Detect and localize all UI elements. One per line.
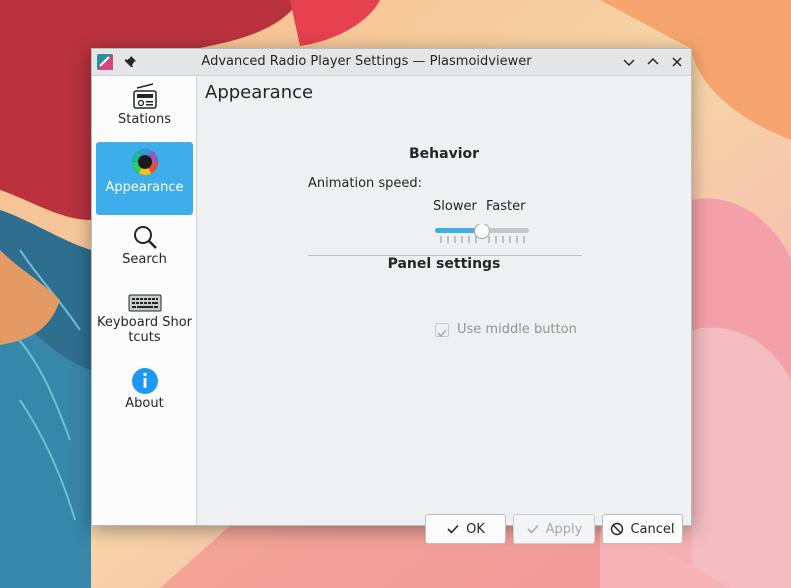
keyboard-icon (128, 294, 161, 312)
cancel-button-label: Cancel (630, 521, 675, 537)
page-title: Appearance (205, 82, 314, 103)
sidebar-item-label: Keyboard Shortcuts (96, 315, 193, 345)
panel-settings-heading: Panel settings (387, 256, 501, 272)
slider-slower-label: Slower (433, 199, 477, 214)
maximize-chevron-up-icon[interactable] (645, 54, 661, 70)
sidebar-item-label: Stations (118, 112, 171, 127)
close-icon[interactable] (669, 54, 685, 70)
sidebar-item-keyboard-shortcuts[interactable]: Keyboard Shortcuts (96, 291, 193, 353)
ok-button[interactable]: OK (425, 514, 506, 544)
info-icon (131, 368, 158, 394)
cancel-button[interactable]: Cancel (602, 514, 683, 544)
use-middle-button-label: Use middle button (457, 322, 577, 337)
cancel-icon (611, 522, 624, 536)
slider-faster-label: Faster (486, 199, 526, 214)
settings-window: Advanced Radio Player Settings — Plasmoi… (91, 48, 692, 544)
checkmark-icon (527, 524, 539, 534)
title-bar[interactable]: Advanced Radio Player Settings — Plasmoi… (92, 49, 691, 76)
sidebar-item-search[interactable]: Search (96, 222, 193, 276)
radio-icon (132, 83, 157, 109)
sidebar-item-label: About (125, 396, 164, 411)
plasmoidviewer-app-icon (97, 54, 113, 70)
window-title: Advanced Radio Player Settings — Plasmoi… (201, 54, 532, 69)
ok-button-label: OK (466, 521, 485, 537)
minimize-chevron-down-icon[interactable] (621, 54, 637, 70)
sidebar-item-label: Appearance (105, 180, 184, 195)
settings-content: Appearance Behavior Animation speed: Slo… (197, 76, 691, 544)
animation-speed-label: Animation speed: (308, 176, 423, 191)
apply-button[interactable]: Apply (513, 514, 595, 544)
behavior-heading: Behavior (408, 146, 480, 162)
color-wheel-icon (131, 149, 158, 175)
pin-icon[interactable] (122, 54, 138, 70)
category-sidebar: Stations Appearance Search Keyboard Shor… (92, 76, 197, 525)
sidebar-item-appearance[interactable]: Appearance (96, 142, 193, 215)
checkmark-icon (447, 524, 459, 534)
apply-button-label: Apply (545, 521, 583, 537)
animation-speed-slider[interactable] (435, 224, 529, 252)
sidebar-item-about[interactable]: About (96, 366, 193, 418)
search-icon (133, 226, 157, 249)
use-middle-button-checkbox[interactable] (435, 323, 449, 338)
sidebar-item-label: Search (122, 252, 167, 267)
sidebar-item-stations[interactable]: Stations (96, 82, 193, 136)
checkmark-icon (437, 329, 447, 338)
